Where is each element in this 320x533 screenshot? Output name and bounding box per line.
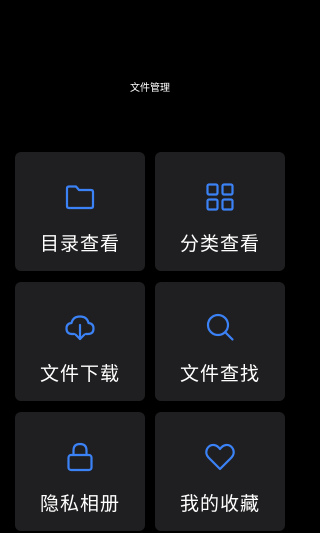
tile-category-view[interactable]: 分类查看 <box>155 152 285 271</box>
app-screen: 文件管理 目录查看 分类查看 文件下载 文件查找 隐私相册 我的收藏 <box>0 0 300 533</box>
tile-label: 隐私相册 <box>39 493 120 515</box>
search-icon <box>203 310 237 344</box>
grid-icon <box>203 180 237 214</box>
folder-icon <box>63 180 97 214</box>
page-title: 文件管理 <box>130 83 170 94</box>
tile-file-download[interactable]: 文件下载 <box>15 282 145 401</box>
tile-label: 目录查看 <box>39 233 120 255</box>
cloud-download-icon <box>63 310 97 344</box>
lock-icon <box>63 440 97 474</box>
tile-my-favorites[interactable]: 我的收藏 <box>155 412 285 531</box>
feature-grid: 目录查看 分类查看 文件下载 文件查找 隐私相册 我的收藏 <box>15 152 286 531</box>
tile-label: 我的收藏 <box>179 493 260 515</box>
tile-private-album[interactable]: 隐私相册 <box>15 412 145 531</box>
tile-directory-view[interactable]: 目录查看 <box>15 152 145 271</box>
tile-label: 文件查找 <box>179 363 260 385</box>
tile-label: 分类查看 <box>179 233 260 255</box>
heart-icon <box>203 440 237 474</box>
tile-label: 文件下载 <box>39 363 120 385</box>
tile-file-search[interactable]: 文件查找 <box>155 282 285 401</box>
